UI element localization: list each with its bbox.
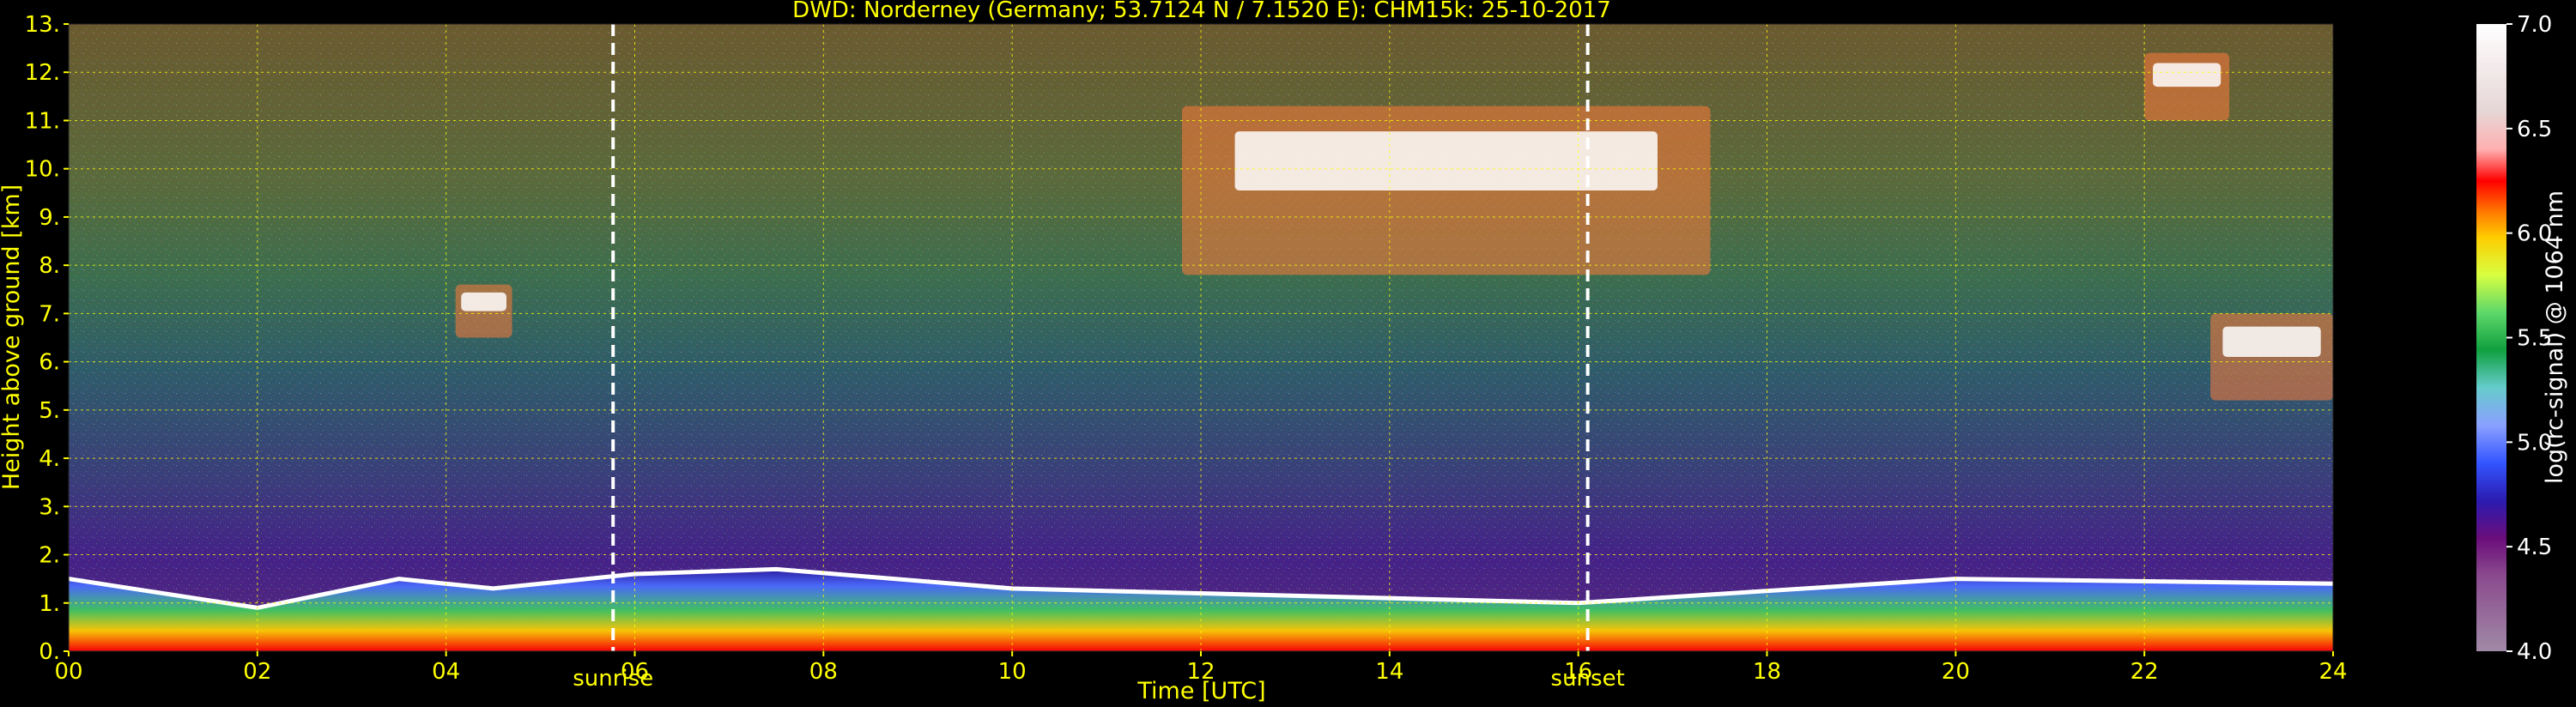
- y-axis-label: Height above ground [km]: [0, 184, 25, 490]
- chart-title: DWD: Norderney (Germany; 53.7124 N / 7.1…: [792, 0, 1611, 23]
- y-tick-label: 9.: [39, 205, 60, 231]
- y-tick-label: 11.: [25, 108, 60, 134]
- x-tick-label: 24: [2318, 659, 2347, 685]
- x-tick-label: 10: [998, 659, 1027, 685]
- x-tick-label: 14: [1375, 659, 1403, 685]
- colorbar-tick-label: 4.0: [2517, 639, 2552, 665]
- y-tick-label: 0.: [39, 639, 60, 665]
- x-tick-label: 22: [2131, 659, 2159, 685]
- x-axis-label: Time [UTC]: [1136, 678, 1265, 704]
- colorbar-tick-label: 6.5: [2517, 117, 2552, 142]
- y-tick-label: 2.: [39, 543, 60, 569]
- colorbar: [2476, 24, 2506, 651]
- y-axis-ticks: 0. 1. 2. 3. 4. 5. 6. 7. 8. 9. 10. 11. 12. 13.: [25, 12, 69, 665]
- y-tick-label: 8.: [39, 253, 60, 279]
- y-tick-label: 4.: [39, 446, 60, 472]
- cloud-core: [1234, 131, 1658, 190]
- x-tick-label: 08: [809, 659, 838, 685]
- cloud-core: [2222, 326, 2321, 357]
- x-tick-label: 18: [1753, 659, 1781, 685]
- annotation-label: sunrise: [573, 666, 653, 692]
- annotation-label: sunset: [1551, 666, 1625, 692]
- y-tick-label: 6.: [39, 350, 60, 376]
- colorbar-label: log(rc-signal) @ 1064 nm: [2542, 190, 2568, 484]
- cloud-core: [461, 292, 507, 311]
- y-tick-label: 1.: [39, 591, 60, 617]
- y-tick-label: 3.: [39, 494, 60, 520]
- plot-area: [69, 24, 2333, 651]
- y-tick-label: 13.: [25, 12, 60, 38]
- y-tick-label: 10.: [25, 157, 60, 183]
- x-tick-label: 20: [1942, 659, 1970, 685]
- cloud-core: [2153, 63, 2221, 88]
- x-tick-label: 02: [243, 659, 271, 685]
- ceilometer-chart: 00 02 04 06 08 10 12 14 16 18 20 22 24 0.1.2.3.4.5.6…: [0, 0, 2568, 704]
- y-tick-label: 12.: [25, 60, 60, 86]
- y-tick-label: 7.: [39, 301, 60, 327]
- x-tick-label: 04: [432, 659, 460, 685]
- colorbar-tick-label: 7.0: [2517, 12, 2552, 38]
- sun-labels: sunrise sunset: [573, 666, 1625, 692]
- y-tick-label: 5.: [39, 398, 60, 424]
- colorbar-tick-label: 4.5: [2517, 535, 2552, 560]
